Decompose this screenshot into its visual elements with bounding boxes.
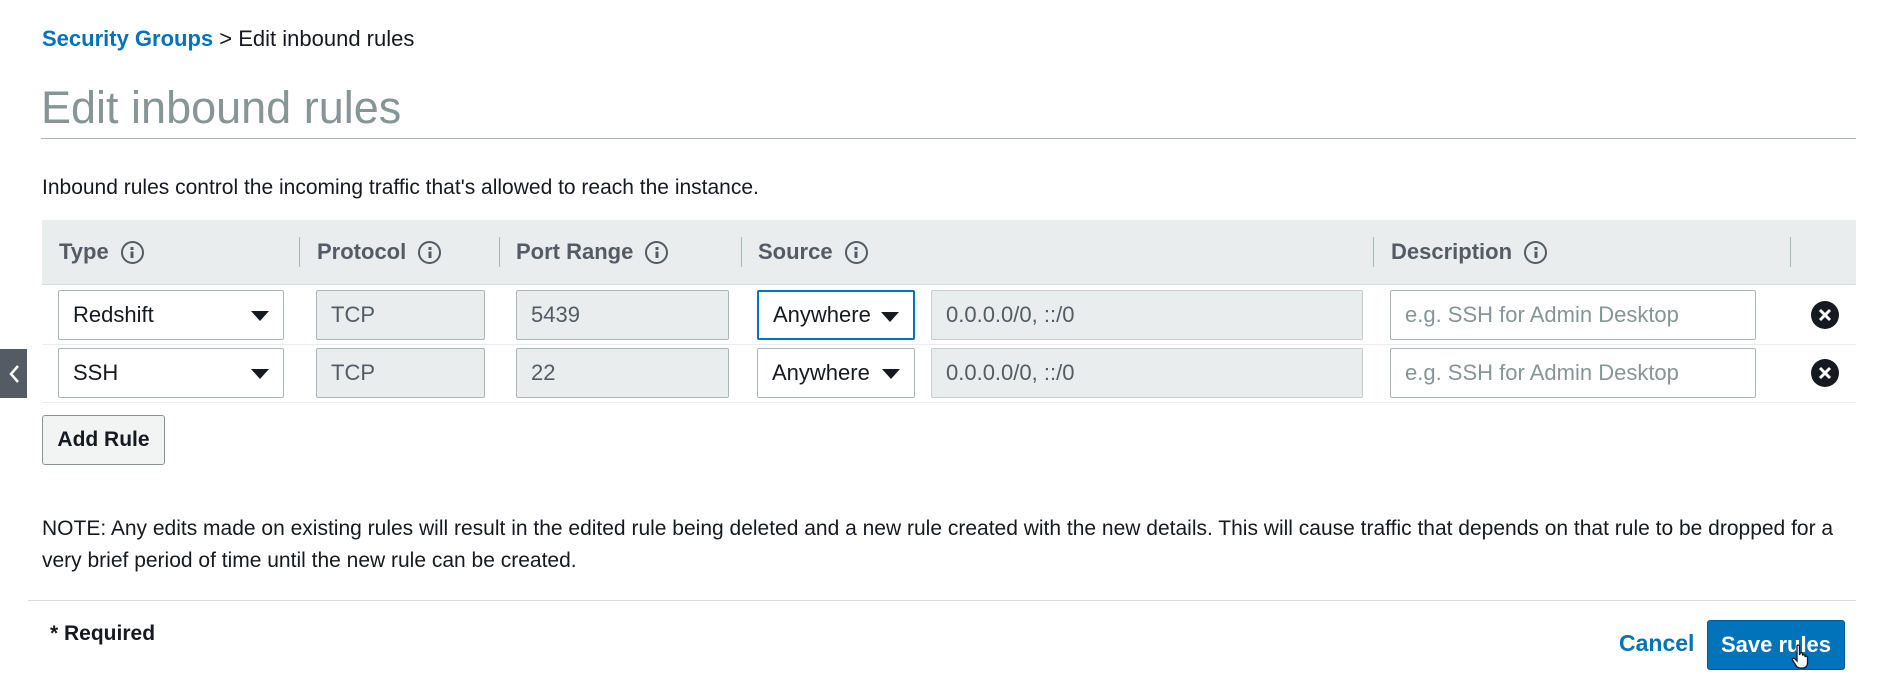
breadcrumb: Security Groups > Edit inbound rules bbox=[42, 26, 414, 52]
hand-cursor-icon bbox=[1791, 644, 1809, 669]
breadcrumb-current: Edit inbound rules bbox=[238, 26, 415, 51]
type-value: SSH bbox=[73, 360, 119, 385]
remove-rule-button[interactable] bbox=[1811, 359, 1839, 387]
remove-circle-icon bbox=[1818, 366, 1832, 380]
protocol-value: TCP bbox=[331, 302, 375, 327]
chevron-left-icon bbox=[8, 364, 19, 383]
column-header-type: Type bbox=[59, 220, 144, 284]
info-icon[interactable] bbox=[645, 240, 669, 264]
caret-down-icon bbox=[251, 369, 269, 379]
protocol-value: TCP bbox=[331, 360, 375, 385]
description-placeholder: e.g. SSH for Admin Desktop bbox=[1405, 302, 1679, 327]
source-cidr-field[interactable]: 0.0.0.0/0, ::/0 bbox=[931, 348, 1363, 398]
column-label: Port Range bbox=[516, 239, 634, 264]
port-range-field: 22 bbox=[516, 348, 729, 398]
source-cidr-value: 0.0.0.0/0, ::/0 bbox=[946, 302, 1075, 327]
info-icon[interactable] bbox=[120, 240, 144, 264]
remove-circle-icon bbox=[1818, 308, 1832, 322]
column-separator bbox=[499, 237, 500, 267]
remove-rule-button[interactable] bbox=[1811, 301, 1839, 329]
title-divider bbox=[41, 138, 1856, 139]
type-value: Redshift bbox=[73, 302, 154, 327]
add-rule-button[interactable]: Add Rule bbox=[42, 415, 165, 465]
column-header-description: Description bbox=[1391, 220, 1548, 284]
info-icon[interactable] bbox=[1524, 240, 1548, 264]
side-panel-toggle[interactable] bbox=[0, 349, 27, 398]
source-cidr-value: 0.0.0.0/0, ::/0 bbox=[946, 360, 1075, 385]
caret-down-icon bbox=[251, 311, 269, 321]
protocol-field: TCP bbox=[316, 348, 485, 398]
save-rules-button[interactable]: Save rules bbox=[1707, 620, 1845, 670]
description-input[interactable]: e.g. SSH for Admin Desktop bbox=[1390, 348, 1756, 398]
column-label: Type bbox=[59, 239, 109, 264]
type-select[interactable]: Redshift bbox=[58, 290, 284, 340]
required-label: * Required bbox=[50, 622, 156, 645]
column-separator bbox=[1373, 237, 1374, 267]
column-header-port-range: Port Range bbox=[516, 220, 669, 284]
breadcrumb-separator: > bbox=[213, 26, 239, 51]
column-label: Protocol bbox=[317, 239, 407, 264]
description-input[interactable]: e.g. SSH for Admin Desktop bbox=[1390, 290, 1756, 340]
edit-note: NOTE: Any edits made on existing rules w… bbox=[42, 517, 1834, 572]
rules-table-header: Type Protocol Port Range Source Descript… bbox=[42, 220, 1856, 285]
cancel-button[interactable]: Cancel bbox=[1619, 630, 1694, 657]
caret-down-icon bbox=[882, 369, 900, 379]
column-separator bbox=[741, 237, 742, 267]
column-separator bbox=[299, 237, 300, 267]
caret-down-icon bbox=[881, 312, 899, 322]
type-select[interactable]: SSH bbox=[58, 348, 284, 398]
column-separator bbox=[1790, 237, 1791, 267]
port-range-value: 5439 bbox=[531, 302, 580, 327]
source-select[interactable]: Anywhere bbox=[757, 348, 915, 398]
breadcrumb-security-groups-link[interactable]: Security Groups bbox=[42, 26, 213, 51]
rule-row: SSH TCP 22 Anywhere 0.0.0.0/0, ::/0 e.g.… bbox=[42, 344, 1856, 403]
column-label: Source bbox=[758, 239, 833, 264]
protocol-field: TCP bbox=[316, 290, 485, 340]
column-header-source: Source bbox=[758, 220, 868, 284]
description-placeholder: e.g. SSH for Admin Desktop bbox=[1405, 360, 1679, 385]
page-title: Edit inbound rules bbox=[41, 82, 402, 133]
port-range-field: 5439 bbox=[516, 290, 729, 340]
column-label: Description bbox=[1391, 239, 1513, 264]
footer-divider bbox=[28, 600, 1856, 601]
source-value: Anywhere bbox=[773, 302, 871, 327]
source-select[interactable]: Anywhere bbox=[757, 290, 915, 340]
port-range-value: 22 bbox=[531, 360, 556, 385]
column-header-protocol: Protocol bbox=[317, 220, 442, 284]
source-value: Anywhere bbox=[772, 360, 870, 385]
intro-text: Inbound rules control the incoming traff… bbox=[42, 176, 759, 199]
rule-row: Redshift TCP 5439 Anywhere 0.0.0.0/0, ::… bbox=[42, 286, 1856, 345]
source-cidr-field[interactable]: 0.0.0.0/0, ::/0 bbox=[931, 290, 1363, 340]
info-icon[interactable] bbox=[844, 240, 868, 264]
info-icon[interactable] bbox=[418, 240, 442, 264]
